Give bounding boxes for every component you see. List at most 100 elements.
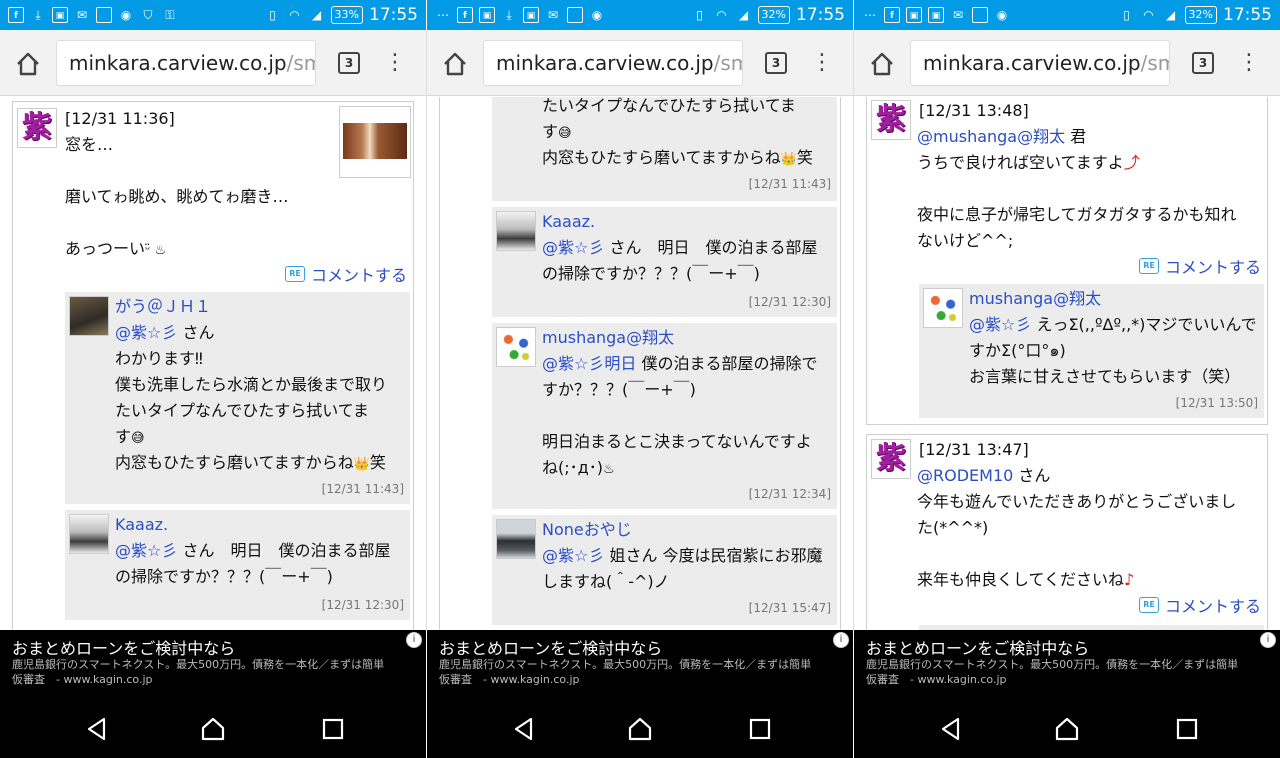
mention-link[interactable]: @紫☆彡 [542,238,604,257]
ad-info-icon[interactable]: i [833,632,849,648]
home-nav-icon[interactable] [1054,716,1080,742]
overflow-menu-icon[interactable]: ⋮ [811,48,833,78]
wifi-icon: ◠ [289,8,300,22]
tab-switcher-button[interactable]: 3 [1192,52,1214,74]
overflow-menu-icon[interactable]: ⋮ [1238,48,1260,78]
app-icon [972,7,988,23]
reply-author-link[interactable]: mushanga@翔太 [969,286,1101,312]
comment-time: [12/31 13:47] [919,440,1029,459]
avatar-mushanga[interactable] [496,327,536,367]
ad-info-icon[interactable]: i [406,632,422,648]
app-badge-icon: ◉ [591,8,603,22]
home-icon[interactable] [441,50,469,78]
back-icon[interactable] [511,716,537,742]
reply-text-line: 明日泊まるとこ決まってないんですよ [542,432,812,451]
reply-text: 笑 [796,148,813,167]
mention-link[interactable]: @紫☆彡 [115,323,177,342]
signal-icon: ◢ [1165,8,1176,22]
ad-banner[interactable]: おまとめローンをご検討中なら 鹿児島銀行のスマートネクスト。最大500万円。債務… [427,630,853,700]
mention-link[interactable]: @mushanga@翔太 [917,127,1065,146]
mail-icon: ✉ [76,8,88,22]
mail-icon: ✉ [547,8,559,22]
ad-description: 鹿児島銀行のスマートネクスト。最大500万円。債務を一本化／まずは簡単 仮審査 -… [439,657,843,687]
home-icon[interactable] [14,50,42,78]
avatar-kaaaz[interactable] [69,514,109,554]
comment-text-line: 夜中に息子が帰宅してガタガタするかも知れ [917,205,1237,224]
comment-button-label: コメントする [1165,258,1262,277]
mention-link[interactable]: @紫☆彡 [969,315,1031,334]
url-bar[interactable]: minkara.carview.co.jp/sma [56,40,316,86]
reply-text: さん 明日 僕の泊まる部屋 [604,238,818,257]
comment-card: 紫 [12/31 13:47] @RODEM10 さん 今年も遊んでいただきあり… [866,434,1268,630]
reply-text-line: @紫☆彡明日 僕の泊まる部屋の掃除で [542,351,817,377]
reply-author-link[interactable]: mushanga@翔太 [542,325,674,351]
back-icon[interactable] [938,716,964,742]
recents-icon[interactable] [1174,716,1200,742]
reply-block: Kaaaz. @紫☆彡 さん 明日 僕の泊まる部屋 の掃除ですか？？？(￣ー+￣… [492,207,837,317]
reply-author-link[interactable]: がう＠ＪＨ１ [115,294,211,320]
mention-link[interactable]: @紫☆彡明日 [542,354,636,373]
reply-block: たいタイプなんでひたすら拭いてま す😅 内窓もひたすら磨いてますからね👑笑 [1… [492,97,837,201]
shield-icon: ⛉ [143,8,153,22]
avatar-kaaaz[interactable] [496,211,536,251]
home-nav-icon[interactable] [200,716,226,742]
tab-switcher-button[interactable]: 3 [338,52,360,74]
reply-text: 僕の泊まる部屋の掃除で [636,354,818,373]
url-host: minkara.carview.co.jp [923,51,1141,75]
overflow-menu-icon[interactable]: ⋮ [384,48,406,78]
triple-screenshot: f ⤓ ▣ ✉ ◉ ⛉ ⚿ ▯ ◠ ◢ 33% 17:55 minkara.ca… [0,0,1280,758]
comment-text: うちで良ければ空いてますよ [917,153,1124,172]
reply-author-link[interactable]: Kaaaz. [542,209,595,235]
reply-author-link[interactable]: Noneおやじ [542,517,632,543]
reply-text: す [115,427,132,446]
ad-banner[interactable]: おまとめローンをご検討中なら 鹿児島銀行のスマートネクスト。最大500万円。債務… [0,630,426,700]
status-bar: ⋯ f ▣ ⤓ ▣ ✉ ◉ ▯ ◠ ◢ 32% 17:55 [427,0,853,30]
tab-switcher-button[interactable]: 3 [765,52,787,74]
recents-icon[interactable] [747,716,773,742]
ad-info-icon[interactable]: i [1260,632,1276,648]
mention-link[interactable]: @紫☆彡 [542,546,604,565]
comment-card: たいタイプなんでひたすら拭いてま す😅 内窓もひたすら磨いてますからね👑笑 [1… [439,97,841,630]
comment-button[interactable]: RE コメントする [1139,593,1261,617]
avatar-none-oyaji[interactable] [496,519,536,559]
download-icon: ⤓ [35,8,41,22]
url-host: minkara.carview.co.jp [69,51,287,75]
avatar-murasaki[interactable]: 紫 [17,108,57,148]
reply-text-line: 内窓もひたすら磨いてますからね👑笑 [542,145,813,173]
comment-thread: 紫 [12/31 13:48] @mushanga@翔太 君 うちで良ければ空い… [854,97,1280,630]
back-icon[interactable] [84,716,110,742]
image-icon: ▣ [906,7,922,23]
reply-text-line: たいタイプなんでひたすら拭いてま [542,97,796,115]
reply-text: 内窓もひたすら磨いてますからね [542,148,781,167]
ad-banner[interactable]: おまとめローンをご検討中なら 鹿児島銀行のスマートネクスト。最大500万円。債務… [854,630,1280,700]
home-nav-icon[interactable] [627,716,653,742]
mention-link[interactable]: @紫☆彡 [115,541,177,560]
avatar-mushanga[interactable] [923,288,963,328]
reply-text: 笑 [369,453,386,472]
ad-title: おまとめローンをご検討中なら [439,639,663,658]
comment-button[interactable]: RE コメントする [1139,254,1261,278]
reply-time: [12/31 15:47] [748,601,831,615]
url-bar[interactable]: minkara.carview.co.jp/sma [483,40,743,86]
comment-text-line: 窓を… [65,135,114,154]
avatar-murasaki[interactable]: 紫 [871,439,911,479]
music-note-icon: ♪ [1124,570,1135,589]
ad-desc-line: 仮審査 - www.kagin.co.jp [439,673,580,686]
photo-thumbnail[interactable] [339,106,411,178]
reply-text-line: しますね(＾-^)ノ [542,572,670,591]
avatar-murasaki[interactable]: 紫 [871,100,911,140]
avatar-gau[interactable] [69,296,109,336]
mention-link[interactable]: @RODEM10 [917,466,1013,485]
comment-card: 紫 [12/31 13:48] @mushanga@翔太 君 うちで良ければ空い… [866,97,1268,425]
reply-text-line: す😅 [542,119,572,147]
home-icon[interactable] [868,50,896,78]
comment-button-label: コメントする [311,266,408,285]
reply-author-link[interactable]: Kaaaz. [115,512,168,538]
ad-description: 鹿児島銀行のスマートネクスト。最大500万円。債務を一本化／まずは簡単 仮審査 -… [12,657,416,687]
comment-button[interactable]: RE コメントする [285,262,407,286]
reply-text-line: すかΣ(°口°๑) [969,341,1066,360]
reply-time: [12/31 11:43] [748,177,831,191]
recents-icon[interactable] [320,716,346,742]
url-bar[interactable]: minkara.carview.co.jp/sma [910,40,1170,86]
reply-text-line: す😅 [115,424,145,452]
